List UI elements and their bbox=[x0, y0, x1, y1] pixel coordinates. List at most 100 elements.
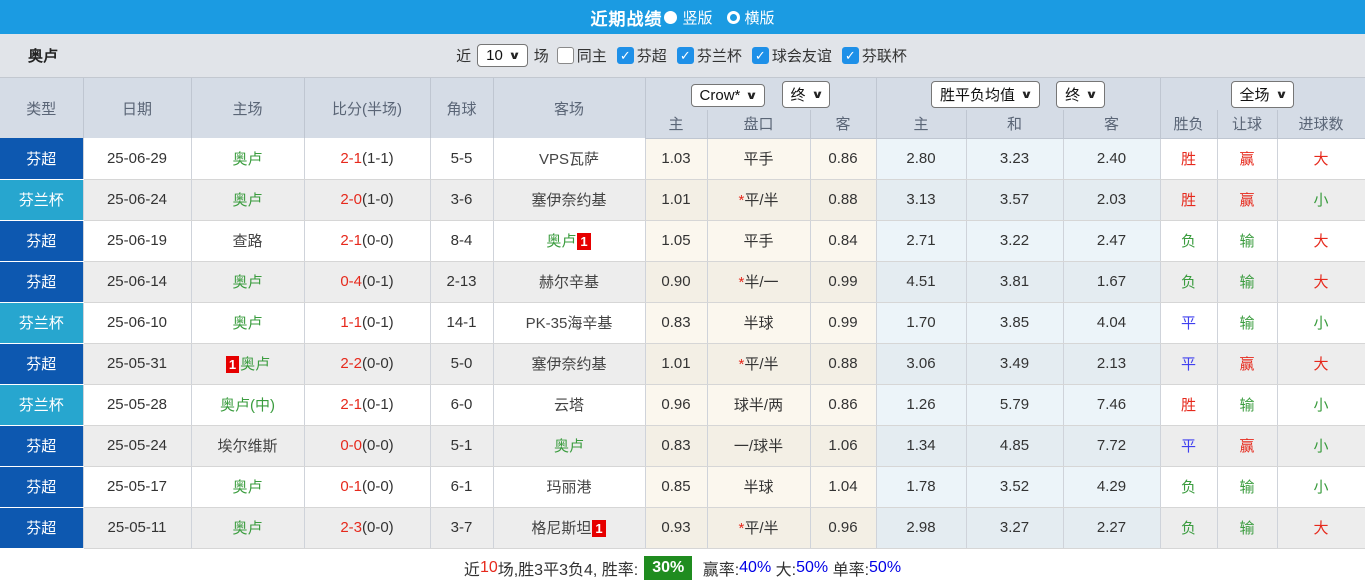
full-score: 1-1 bbox=[340, 314, 362, 331]
home-team-cell: 奥卢 bbox=[191, 507, 305, 549]
same-home-checkbox[interactable] bbox=[556, 47, 574, 64]
vertical-radio-label[interactable]: 竖版 bbox=[682, 7, 712, 28]
result-wdl-cell: 负 bbox=[1160, 507, 1218, 549]
table-row: 芬兰杯 25-06-10 奥卢 1-1(0-1) 14-1 PK-35海辛基 0.83 半球 0… bbox=[0, 302, 1365, 344]
league-label-finland-league-cup: 芬联杯 bbox=[861, 48, 907, 65]
result-goals-cell: 小 bbox=[1277, 302, 1365, 344]
header-handicap-result: 让球 bbox=[1217, 110, 1278, 139]
date-cell: 25-05-24 bbox=[83, 425, 192, 467]
half-score: (1-0) bbox=[362, 191, 394, 208]
result-handicap-cell: 赢 bbox=[1217, 138, 1278, 180]
league-label-club-friendly: 球会友谊 bbox=[771, 48, 832, 65]
score-cell: 2-1(1-1) bbox=[304, 138, 431, 180]
avg-away-cell: 4.04 bbox=[1063, 302, 1161, 344]
away-team-cell: 赫尔辛基 bbox=[493, 261, 646, 303]
header-corner: 角球 bbox=[430, 78, 494, 138]
home-team-cell: 奥卢(中) bbox=[191, 384, 305, 426]
avg-value: 胜平负均值 bbox=[939, 86, 1015, 104]
avg-draw-cell: 3.57 bbox=[966, 179, 1064, 221]
avg-draw-cell: 4.85 bbox=[966, 425, 1064, 467]
odds-home-cell: 0.96 bbox=[645, 384, 708, 426]
home-team-name: 奥卢 bbox=[232, 150, 263, 168]
result-wdl-cell: 胜 bbox=[1160, 179, 1218, 221]
date-cell: 25-05-11 bbox=[83, 507, 192, 549]
handicap-text: 半/一 bbox=[744, 274, 779, 291]
handicap-text: 平手 bbox=[743, 233, 774, 250]
avg-draw-cell: 5.79 bbox=[966, 384, 1064, 426]
header-odds-away: 客 bbox=[810, 110, 877, 139]
result-goals-cell: 大 bbox=[1277, 138, 1365, 180]
avg-home-cell: 1.78 bbox=[876, 466, 967, 508]
odds-home-cell: 0.83 bbox=[645, 425, 708, 467]
half-score: (0-0) bbox=[362, 478, 394, 495]
half-score: (0-0) bbox=[362, 437, 394, 454]
scope-select[interactable]: 全场 ∨ bbox=[1230, 80, 1295, 108]
home-team-name: 奥卢(中) bbox=[220, 397, 275, 414]
home-team-cell: 奥卢 bbox=[191, 138, 305, 180]
home-team-name: 奥卢 bbox=[232, 315, 263, 332]
avg-home-cell: 3.13 bbox=[876, 179, 967, 221]
vertical-radio-selected[interactable] bbox=[664, 10, 678, 24]
score-cell: 0-0(0-0) bbox=[304, 425, 431, 467]
avg-time-select[interactable]: 终 ∨ bbox=[1056, 80, 1106, 108]
league-checkbox-finland-super[interactable]: ✓ bbox=[616, 47, 634, 64]
summary-count: 10 bbox=[479, 559, 498, 576]
date-cell: 25-05-28 bbox=[83, 384, 192, 426]
header-odds-home: 主 bbox=[645, 110, 708, 139]
handicap-text: 球半/两 bbox=[733, 397, 784, 414]
bookmaker-select[interactable]: Crow* ∨ bbox=[690, 83, 766, 107]
result-wdl-cell: 负 bbox=[1160, 466, 1218, 508]
horizontal-radio-label[interactable]: 横版 bbox=[745, 7, 775, 28]
avg-select[interactable]: 胜平负均值 ∨ bbox=[930, 80, 1040, 108]
handicap-cell: 平手 bbox=[707, 220, 811, 262]
handicap-cell: 球半/两 bbox=[707, 384, 811, 426]
table-row: 芬超 25-05-31 1 奥卢 2-2(0-0) 5-0 塞伊奈约基 1.01 *平/半 0.8… bbox=[0, 343, 1365, 385]
date-cell: 25-06-14 bbox=[83, 261, 192, 303]
result-handicap-cell: 输 bbox=[1217, 466, 1278, 508]
league-checkbox-finland-league-cup[interactable]: ✓ bbox=[841, 47, 859, 64]
handicap-cell: *平/半 bbox=[707, 343, 811, 385]
handicap-rate-value: 40% bbox=[739, 559, 772, 576]
half-score: (0-0) bbox=[362, 232, 394, 249]
avg-draw-cell: 3.52 bbox=[966, 466, 1064, 508]
summary-record: 场,胜3平3负4, 胜率: bbox=[497, 562, 639, 579]
horizontal-radio[interactable] bbox=[726, 10, 740, 24]
header-odds-handicap: 盘口 bbox=[707, 110, 811, 139]
odds-away-cell: 0.86 bbox=[810, 384, 877, 426]
result-handicap-cell: 输 bbox=[1217, 220, 1278, 262]
full-score: 2-2 bbox=[340, 355, 362, 372]
handicap-text: 平手 bbox=[743, 151, 774, 168]
away-team-cell: PK-35海辛基 bbox=[493, 302, 646, 344]
same-home-label: 同主 bbox=[576, 48, 607, 65]
odds-away-cell: 0.96 bbox=[810, 507, 877, 549]
full-score: 2-0 bbox=[340, 191, 362, 208]
league-cell: 芬超 bbox=[0, 343, 84, 385]
handicap-cell: 平手 bbox=[707, 138, 811, 180]
corners-cell: 5-1 bbox=[430, 425, 494, 467]
handicap-text: 平/半 bbox=[744, 356, 779, 373]
odds-home-cell: 1.01 bbox=[645, 343, 708, 385]
league-cell: 芬超 bbox=[0, 425, 84, 467]
handicap-text: 平/半 bbox=[744, 520, 779, 537]
odds-time-select[interactable]: 终 ∨ bbox=[781, 80, 831, 108]
odds-home-cell: 0.83 bbox=[645, 302, 708, 344]
match-count-value: 10 bbox=[486, 47, 503, 64]
result-handicap-cell: 输 bbox=[1217, 384, 1278, 426]
table-row: 芬兰杯 25-05-28 奥卢(中) 2-1(0-1) 6-0 云塔 0.96 球半/两 0.8… bbox=[0, 384, 1365, 426]
odds-away-cell: 1.06 bbox=[810, 425, 877, 467]
avg-home-cell: 2.98 bbox=[876, 507, 967, 549]
results-table: 类型 日期 主场 比分(半场) 角球 客场 Crow* ∨ 终 ∨ 胜平负均值 ∨ 终… bbox=[0, 78, 1365, 549]
avg-away-cell: 2.40 bbox=[1063, 138, 1161, 180]
table-row: 芬超 25-06-14 奥卢 0-4(0-1) 2-13 赫尔辛基 0.90 *半/一 0.99… bbox=[0, 261, 1365, 303]
avg-away-cell: 2.13 bbox=[1063, 343, 1161, 385]
table-row: 芬超 25-05-17 奥卢 0-1(0-0) 6-1 玛丽港 0.85 半球 1.04 1.78… bbox=[0, 466, 1365, 508]
header-score: 比分(半场) bbox=[304, 78, 431, 138]
league-checkbox-finland-cup[interactable]: ✓ bbox=[676, 47, 694, 64]
avg-away-cell: 7.46 bbox=[1063, 384, 1161, 426]
half-score: (0-1) bbox=[362, 273, 394, 290]
league-checkbox-club-friendly[interactable]: ✓ bbox=[751, 47, 769, 64]
league-cell: 芬兰杯 bbox=[0, 384, 84, 426]
scope-value: 全场 bbox=[1239, 86, 1270, 104]
match-count-select[interactable]: 10 ∨ bbox=[477, 44, 528, 67]
header-type: 类型 bbox=[0, 78, 84, 138]
